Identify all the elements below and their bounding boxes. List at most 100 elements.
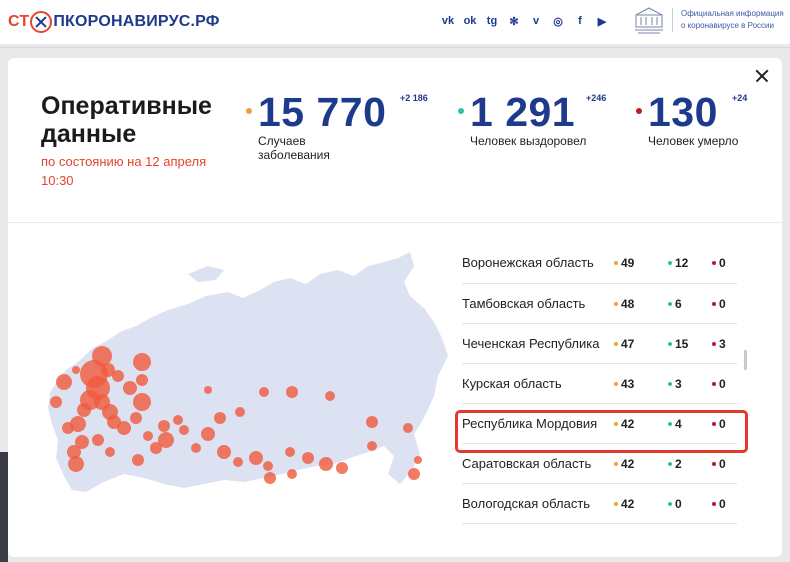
update-timestamp: по состоянию на 12 апреля 10:30 xyxy=(41,154,207,188)
facebook-icon[interactable]: f xyxy=(572,13,588,29)
section-divider xyxy=(8,222,782,223)
region-name: Воронежская область xyxy=(462,255,594,270)
map-marker xyxy=(173,415,183,425)
map-marker xyxy=(325,391,335,401)
region-name: Вологодская область xyxy=(462,496,591,511)
map-marker xyxy=(201,427,215,441)
recovered-count: 2 xyxy=(668,457,712,471)
map-marker xyxy=(217,445,231,459)
background-image-fragment xyxy=(0,452,8,562)
cases-count: 42 xyxy=(614,457,668,471)
cases-dot-icon xyxy=(614,260,618,265)
map-marker xyxy=(259,387,269,397)
cases-label: Случаев заболевания xyxy=(258,134,330,162)
map-marker xyxy=(233,457,243,467)
recovered-delta: +246 xyxy=(586,93,607,103)
map-marker xyxy=(68,456,84,472)
map-marker xyxy=(143,431,153,441)
map-marker xyxy=(414,456,422,464)
recovered-count: 15 xyxy=(668,337,712,351)
table-row[interactable]: Курская область 43 3 0 xyxy=(462,364,737,404)
cases-dot-icon xyxy=(614,501,618,506)
deaths-count: 0 xyxy=(712,497,732,511)
cases-count: 43 xyxy=(614,377,668,391)
youtube-icon[interactable]: ▶ xyxy=(594,13,610,29)
viber-icon[interactable]: v xyxy=(528,13,544,29)
map-marker xyxy=(132,454,144,466)
social-links: vk ok tg ✻ v ◎ f ▶ xyxy=(440,13,610,29)
map-marker xyxy=(285,447,295,457)
cases-dot-icon xyxy=(246,108,252,114)
map-marker xyxy=(72,366,80,374)
modal-title: Оперативные данные xyxy=(41,92,212,148)
cases-dot-icon xyxy=(614,341,618,346)
map-marker xyxy=(133,353,151,371)
vk-icon[interactable]: vk xyxy=(440,13,456,29)
government-building-icon xyxy=(635,7,663,34)
russia-north-islands xyxy=(188,266,224,282)
map-marker xyxy=(50,396,62,408)
region-table[interactable]: Воронежская область 49 12 0 Тамбовская о… xyxy=(462,248,737,548)
deaths-dot-icon xyxy=(712,381,716,386)
operational-data-modal: Оперативные данные по состоянию на 12 ап… xyxy=(8,58,782,557)
map-marker xyxy=(249,451,263,465)
map-marker xyxy=(117,421,131,435)
yandex-zen-icon[interactable]: ✻ xyxy=(506,13,522,29)
telegram-icon[interactable]: tg xyxy=(484,13,500,29)
recovered-dot-icon xyxy=(668,501,672,506)
region-name: Чеченская Республика xyxy=(462,336,600,351)
logo-text-end: ПКОРОНАВИРУС.РФ xyxy=(53,13,220,30)
site-header: СТ ПКОРОНАВИРУС.РФ vk ok tg ✻ v ◎ f ▶ Официальн… xyxy=(0,0,790,44)
table-row[interactable]: Вологодская область 42 0 0 xyxy=(462,484,737,524)
deaths-value: 130 xyxy=(648,89,718,135)
region-name: Тамбовская область xyxy=(462,296,586,311)
cases-count: 42 xyxy=(614,497,668,511)
table-row[interactable]: Воронежская область 49 12 0 xyxy=(462,248,737,284)
recovered-label: Человек выздоровел xyxy=(470,134,587,148)
cases-count: 48 xyxy=(614,297,668,311)
site-logo[interactable]: СТ ПКОРОНАВИРУС.РФ xyxy=(8,11,220,33)
deaths-dot-icon xyxy=(712,501,716,506)
instagram-icon[interactable]: ◎ xyxy=(550,13,566,29)
recovered-count: 6 xyxy=(668,297,712,311)
deaths-dot-icon xyxy=(712,341,716,346)
logo-text-start: СТ xyxy=(8,13,30,30)
map-marker xyxy=(214,412,226,424)
recovered-dot-icon xyxy=(668,341,672,346)
map-marker xyxy=(133,393,151,411)
deaths-count: 0 xyxy=(712,256,732,270)
map-marker xyxy=(130,412,142,424)
map-marker xyxy=(408,468,420,480)
odnoklassniki-icon[interactable]: ok xyxy=(462,13,478,29)
map-marker xyxy=(204,386,212,394)
deaths-count: 0 xyxy=(712,377,732,391)
table-row[interactable]: Тамбовская область 48 6 0 xyxy=(462,284,737,324)
map-marker xyxy=(92,434,104,446)
official-info-text: Официальная информация о коронавирусе в … xyxy=(672,8,790,32)
map-marker xyxy=(136,374,148,386)
region-table-scrollbar[interactable] xyxy=(744,350,747,370)
map-marker xyxy=(287,469,297,479)
map-marker xyxy=(264,472,276,484)
cases-dot-icon xyxy=(614,301,618,306)
map-marker xyxy=(263,461,273,471)
close-icon[interactable] xyxy=(752,66,772,86)
region-name: Саратовская область xyxy=(462,456,592,471)
cases-count: 49 xyxy=(614,256,668,270)
cases-value: 15 770 xyxy=(258,89,387,135)
map-marker xyxy=(62,422,74,434)
deaths-count: 0 xyxy=(712,297,732,311)
map-marker xyxy=(179,425,189,435)
deaths-count: 0 xyxy=(712,457,732,471)
header-divider xyxy=(0,47,790,48)
deaths-dot-icon xyxy=(712,260,716,265)
recovered-dot-icon xyxy=(668,301,672,306)
deaths-label: Человек умерло xyxy=(648,134,739,148)
map-marker xyxy=(158,432,174,448)
table-row[interactable]: Чеченская Республика 47 15 3 xyxy=(462,324,737,364)
recovered-dot-icon xyxy=(668,260,672,265)
russia-cases-map[interactable] xyxy=(38,252,448,496)
recovered-value: 1 291 xyxy=(470,89,576,135)
recovered-dot-icon xyxy=(668,461,672,466)
map-marker xyxy=(56,374,72,390)
